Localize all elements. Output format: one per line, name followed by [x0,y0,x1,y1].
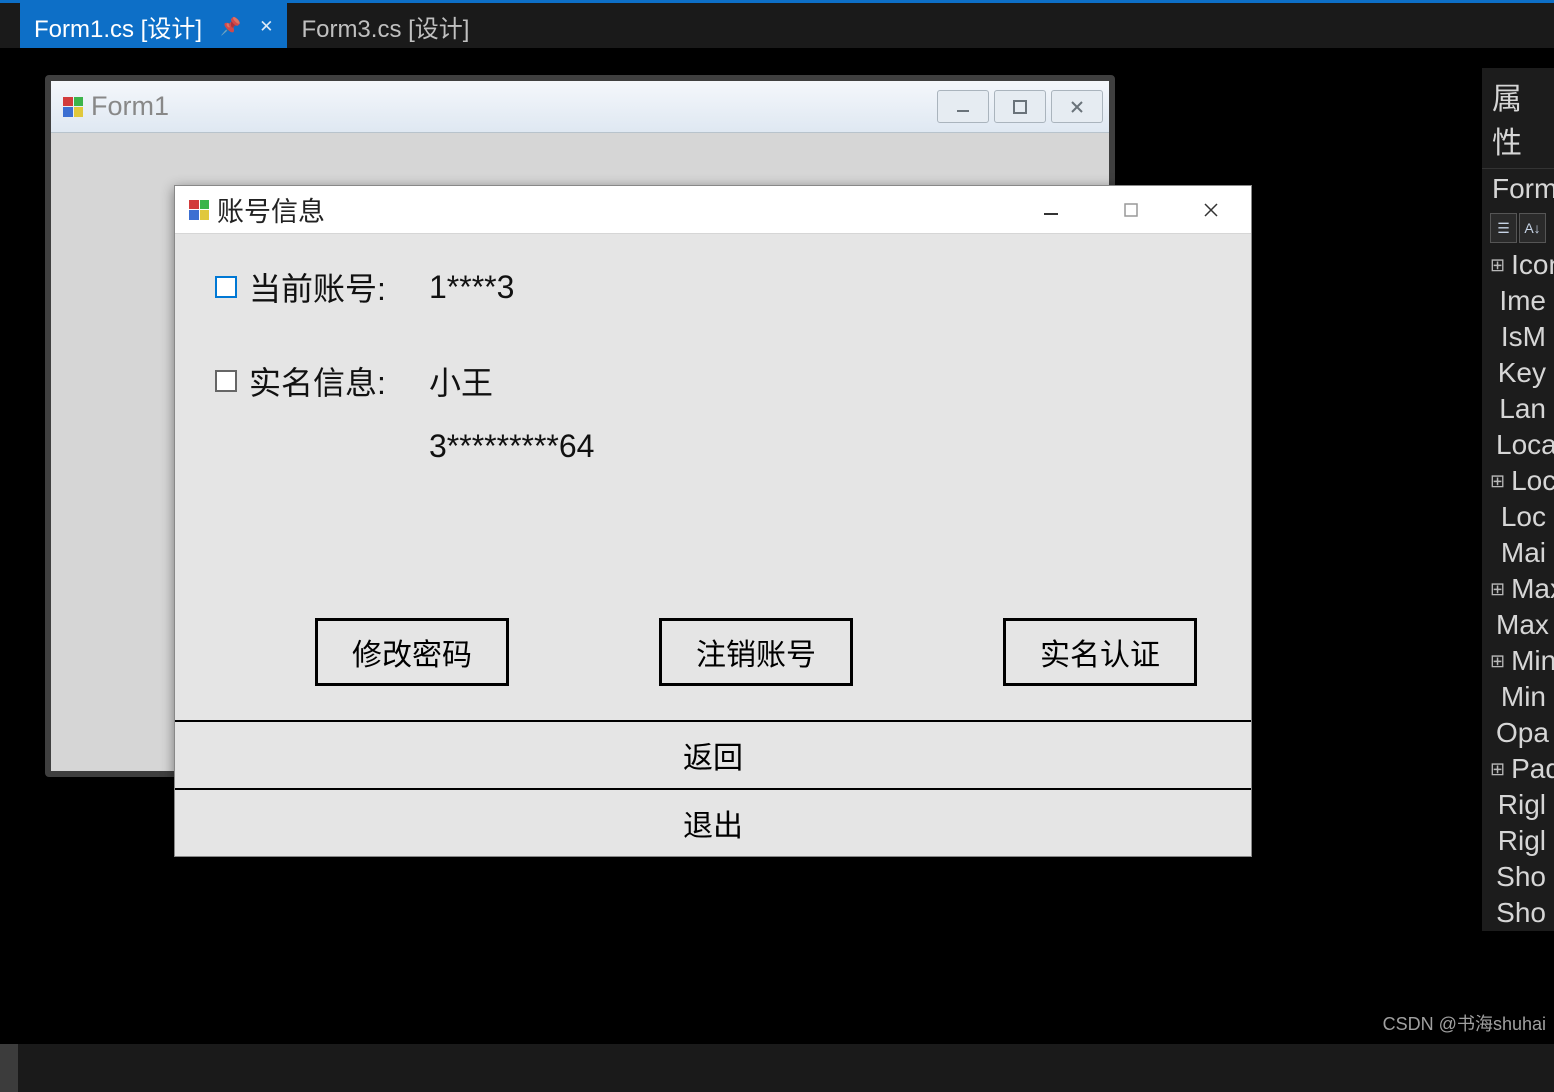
property-name: Rigl [1498,789,1546,821]
expand-icon[interactable]: ⊞ [1490,579,1505,600]
dialog-body: 当前账号: 1****3 实名信息: 小王 3*********64 修改密码 … [175,234,1251,720]
property-row[interactable]: ⊞ Loca [1482,463,1554,499]
maximize-button[interactable] [994,90,1046,123]
dialog-titlebar: 账号信息 [175,186,1251,234]
property-name: IsM [1501,321,1546,353]
property-name: Lan [1499,393,1546,425]
pin-icon[interactable]: 📌 [220,17,241,37]
property-row[interactable]: Rigl [1482,823,1554,859]
change-password-button[interactable]: 修改密码 [315,618,509,686]
form1-title: Form1 [91,91,169,122]
expand-icon[interactable]: ⊞ [1490,759,1505,780]
property-name: Min [1501,681,1546,713]
property-name: Loca [1496,429,1554,461]
minimize-icon [1042,201,1060,219]
property-row[interactable]: Key [1482,355,1554,391]
properties-object-name: Form [1482,169,1554,209]
property-row[interactable]: Opa [1482,715,1554,751]
realname-label: 实名信息: [249,358,429,404]
property-row[interactable]: Loc [1482,499,1554,535]
property-name: Mai [1501,537,1546,569]
property-name: Sho [1496,861,1546,893]
current-account-label: 当前账号: [249,264,429,310]
close-button[interactable] [1051,90,1103,123]
property-row[interactable]: ⊞ Icon [1482,247,1554,283]
form1-titlebar: Form1 [51,81,1109,133]
property-row[interactable]: ⊞ Pad [1482,751,1554,787]
close-icon [1202,201,1220,219]
property-name: Ime [1499,285,1546,317]
expand-icon[interactable]: ⊞ [1490,471,1505,492]
property-row[interactable]: Mai [1482,535,1554,571]
property-row[interactable]: Max [1482,607,1554,643]
current-account-value: 1****3 [429,269,514,306]
property-name: Key [1498,357,1546,389]
deregister-account-button[interactable]: 注销账号 [659,618,853,686]
exit-button[interactable]: 退出 [175,788,1251,856]
expand-icon[interactable]: ⊞ [1490,651,1505,672]
properties-list[interactable]: ⊞IconImeIsMKeyLanLoca⊞LocaLocMai⊞MaxMax⊞… [1482,247,1554,931]
tab-form3-designer[interactable]: Form3.cs [设计] [287,3,483,48]
property-row[interactable]: ⊞ Min [1482,643,1554,679]
current-account-checkbox[interactable] [215,276,237,298]
close-icon [1070,100,1084,114]
property-name: Icon [1511,249,1554,281]
maximize-icon [1123,202,1139,218]
property-name: Loca [1511,465,1554,497]
property-row[interactable]: ⊞ Max [1482,571,1554,607]
property-row[interactable]: Min [1482,679,1554,715]
properties-panel: 属性 Form ☰ A↓ ⊞ Icon Ime IsM Key Lan Loca ⊞ Loca L… [1482,68,1554,931]
property-name: Max [1496,609,1549,641]
minimize-button[interactable] [937,90,989,123]
tab-strip: Form1.cs [设计] 📌 ✕ Form3.cs [设计] [0,3,1554,48]
alphabetical-view-button[interactable]: A↓ [1519,213,1546,243]
property-row[interactable]: Lan [1482,391,1554,427]
account-info-dialog: 账号信息 当前账号: 1****3 [174,185,1252,857]
property-name: Sho [1496,897,1546,929]
back-button[interactable]: 返回 [175,720,1251,788]
property-name: Rigl [1498,825,1546,857]
realname-auth-button[interactable]: 实名认证 [1003,618,1197,686]
realname-name-value: 小王 [429,358,493,404]
property-row[interactable]: IsM [1482,319,1554,355]
realname-id-value: 3*********64 [429,428,1211,465]
categorized-view-button[interactable]: ☰ [1490,213,1517,243]
watermark: CSDN @书海shuhai [1383,1010,1546,1036]
property-name: Max [1511,573,1554,605]
tab-label: Form3.cs [设计] [301,9,469,44]
close-icon[interactable]: ✕ [259,17,273,37]
property-row[interactable]: Rigl [1482,787,1554,823]
property-row[interactable]: Loca [1482,427,1554,463]
property-name: Pad [1511,753,1554,785]
form-icon [63,97,83,117]
maximize-icon [1013,100,1027,114]
property-name: Min [1511,645,1554,677]
property-row[interactable]: Ime [1482,283,1554,319]
expand-icon[interactable]: ⊞ [1490,255,1505,276]
property-name: Opa [1496,717,1549,749]
dialog-minimize-button[interactable] [1011,186,1091,234]
dialog-title: 账号信息 [217,190,325,229]
minimize-icon [955,99,971,115]
property-row[interactable]: Sho [1482,895,1554,931]
dialog-close-button[interactable] [1171,186,1251,234]
form-icon [189,200,209,220]
tab-label: Form1.cs [设计] [34,9,202,44]
dialog-maximize-button[interactable] [1091,186,1171,234]
tab-form1-designer[interactable]: Form1.cs [设计] 📌 ✕ [20,3,287,48]
property-name: Loc [1501,501,1546,533]
realname-checkbox[interactable] [215,370,237,392]
properties-header: 属性 [1482,68,1554,169]
property-row[interactable]: Sho [1482,859,1554,895]
